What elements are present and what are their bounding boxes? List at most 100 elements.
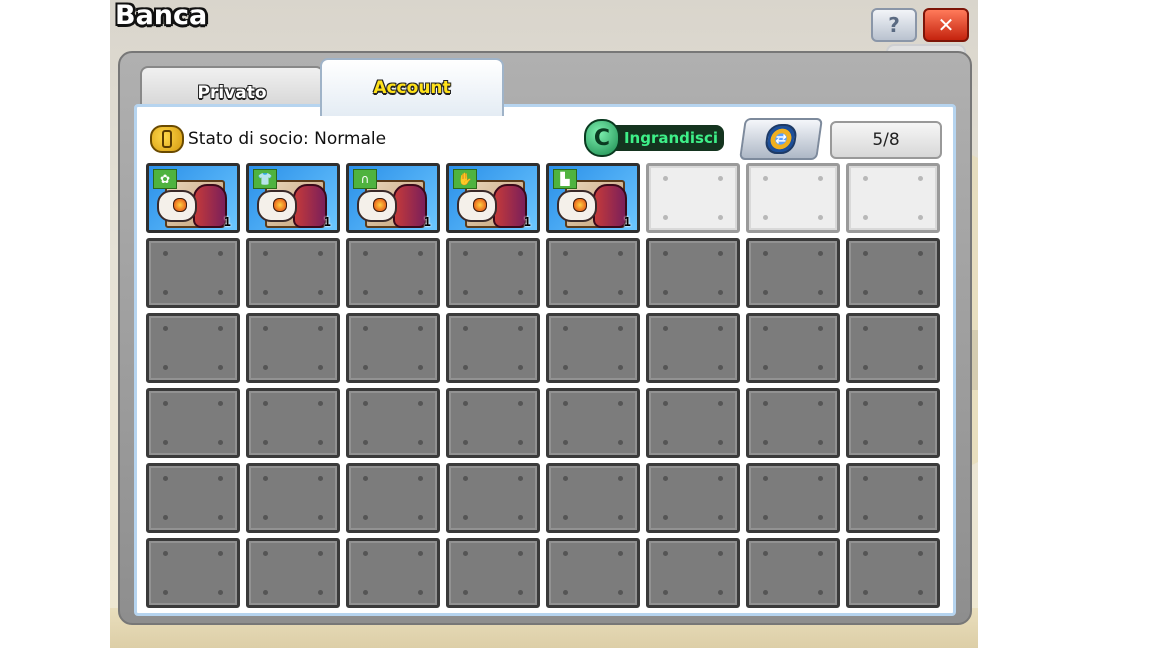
slot-rivet xyxy=(518,326,523,331)
slot-rivet xyxy=(763,401,768,406)
item-slot[interactable]: 👕 1 xyxy=(246,163,340,233)
slot-rivet xyxy=(618,290,623,295)
slot-rivet xyxy=(263,401,268,406)
slot-rivet xyxy=(418,290,423,295)
slot-rivet xyxy=(218,365,223,370)
empty-slot[interactable] xyxy=(846,163,940,233)
slot-rivet xyxy=(718,590,723,595)
empty-slot[interactable] xyxy=(646,163,740,233)
slot-rivet xyxy=(663,590,668,595)
slot-rivet xyxy=(518,440,523,445)
slot-rivet xyxy=(418,326,423,331)
slot-rivet xyxy=(463,290,468,295)
help-button[interactable]: ? xyxy=(871,8,917,42)
swap-arrows-icon: ⇄ xyxy=(763,124,799,154)
locked-slot xyxy=(246,463,340,533)
storage-grid: ✿ 1 👕 1 ∩ 1 ✋ 1 ▙ 1 xyxy=(146,163,942,608)
slot-rivet xyxy=(518,551,523,556)
item-art-bag xyxy=(293,184,327,228)
item-art-bag xyxy=(193,184,227,228)
slot-rivet xyxy=(318,551,323,556)
slot-rivet xyxy=(263,365,268,370)
item-slot[interactable]: ✋ 1 xyxy=(446,163,540,233)
slot-rivet xyxy=(218,515,223,520)
item-slot[interactable]: ✿ 1 xyxy=(146,163,240,233)
slot-rivet xyxy=(763,476,768,481)
slot-rivet xyxy=(518,401,523,406)
slot-rivet xyxy=(863,365,868,370)
locked-slot xyxy=(346,538,440,608)
locked-slot xyxy=(346,238,440,308)
slot-rivet xyxy=(263,251,268,256)
slot-rivet xyxy=(763,215,768,220)
locked-slot xyxy=(246,388,340,458)
slot-rivet xyxy=(918,251,923,256)
item-art-bag xyxy=(493,184,527,228)
slot-rivet xyxy=(718,476,723,481)
slot-rivet xyxy=(163,590,168,595)
slot-rivet xyxy=(818,176,823,181)
item-quantity: 1 xyxy=(523,215,531,229)
shirt-icon: 👕 xyxy=(253,169,277,189)
enlarge-button[interactable]: C Ingrandisci xyxy=(584,119,724,157)
locked-slot xyxy=(646,238,740,308)
slot-rivet xyxy=(563,590,568,595)
slot-rivet xyxy=(318,326,323,331)
slot-rivet xyxy=(318,590,323,595)
slot-rivet xyxy=(618,365,623,370)
item-slot[interactable]: ∩ 1 xyxy=(346,163,440,233)
pants-icon: ∩ xyxy=(353,169,377,189)
slot-rivet xyxy=(663,515,668,520)
locked-slot xyxy=(246,313,340,383)
slot-rivet xyxy=(718,215,723,220)
slot-rivet xyxy=(763,365,768,370)
slot-rivet xyxy=(763,440,768,445)
slot-rivet xyxy=(363,590,368,595)
slot-rivet xyxy=(818,590,823,595)
slot-rivet xyxy=(918,515,923,520)
slot-rivet xyxy=(463,365,468,370)
slot-rivet xyxy=(463,551,468,556)
slot-rivet xyxy=(363,440,368,445)
locked-slot xyxy=(446,538,540,608)
item-art-eye xyxy=(373,198,387,212)
slot-rivet xyxy=(518,476,523,481)
capacity-counter: 5/8 xyxy=(830,121,942,159)
slot-rivet xyxy=(218,590,223,595)
slot-rivet xyxy=(763,290,768,295)
close-button[interactable]: ✕ xyxy=(923,8,969,42)
slot-rivet xyxy=(218,290,223,295)
slot-rivet xyxy=(163,440,168,445)
slot-rivet xyxy=(363,401,368,406)
locked-slot xyxy=(546,313,640,383)
locked-slot xyxy=(346,388,440,458)
item-art-bag xyxy=(593,184,627,228)
locked-slot xyxy=(846,388,940,458)
tab-account[interactable]: Account xyxy=(320,58,504,116)
slot-rivet xyxy=(418,551,423,556)
slot-rivet xyxy=(918,590,923,595)
slot-rivet xyxy=(818,365,823,370)
slot-rivet xyxy=(363,290,368,295)
slot-rivet xyxy=(763,515,768,520)
slot-rivet xyxy=(418,251,423,256)
slot-rivet xyxy=(763,176,768,181)
slot-rivet xyxy=(918,551,923,556)
slot-rivet xyxy=(763,551,768,556)
slot-rivet xyxy=(363,551,368,556)
slot-rivet xyxy=(163,515,168,520)
slot-rivet xyxy=(163,290,168,295)
empty-slot[interactable] xyxy=(746,163,840,233)
swap-button[interactable]: ⇄ xyxy=(739,118,823,160)
slot-rivet xyxy=(663,551,668,556)
item-art-eye xyxy=(173,198,187,212)
slot-rivet xyxy=(263,590,268,595)
locked-slot xyxy=(146,463,240,533)
slot-rivet xyxy=(663,251,668,256)
slot-rivet xyxy=(263,476,268,481)
slot-rivet xyxy=(363,365,368,370)
item-slot[interactable]: ▙ 1 xyxy=(546,163,640,233)
slot-rivet xyxy=(263,440,268,445)
locked-slot xyxy=(446,463,540,533)
slot-rivet xyxy=(863,476,868,481)
